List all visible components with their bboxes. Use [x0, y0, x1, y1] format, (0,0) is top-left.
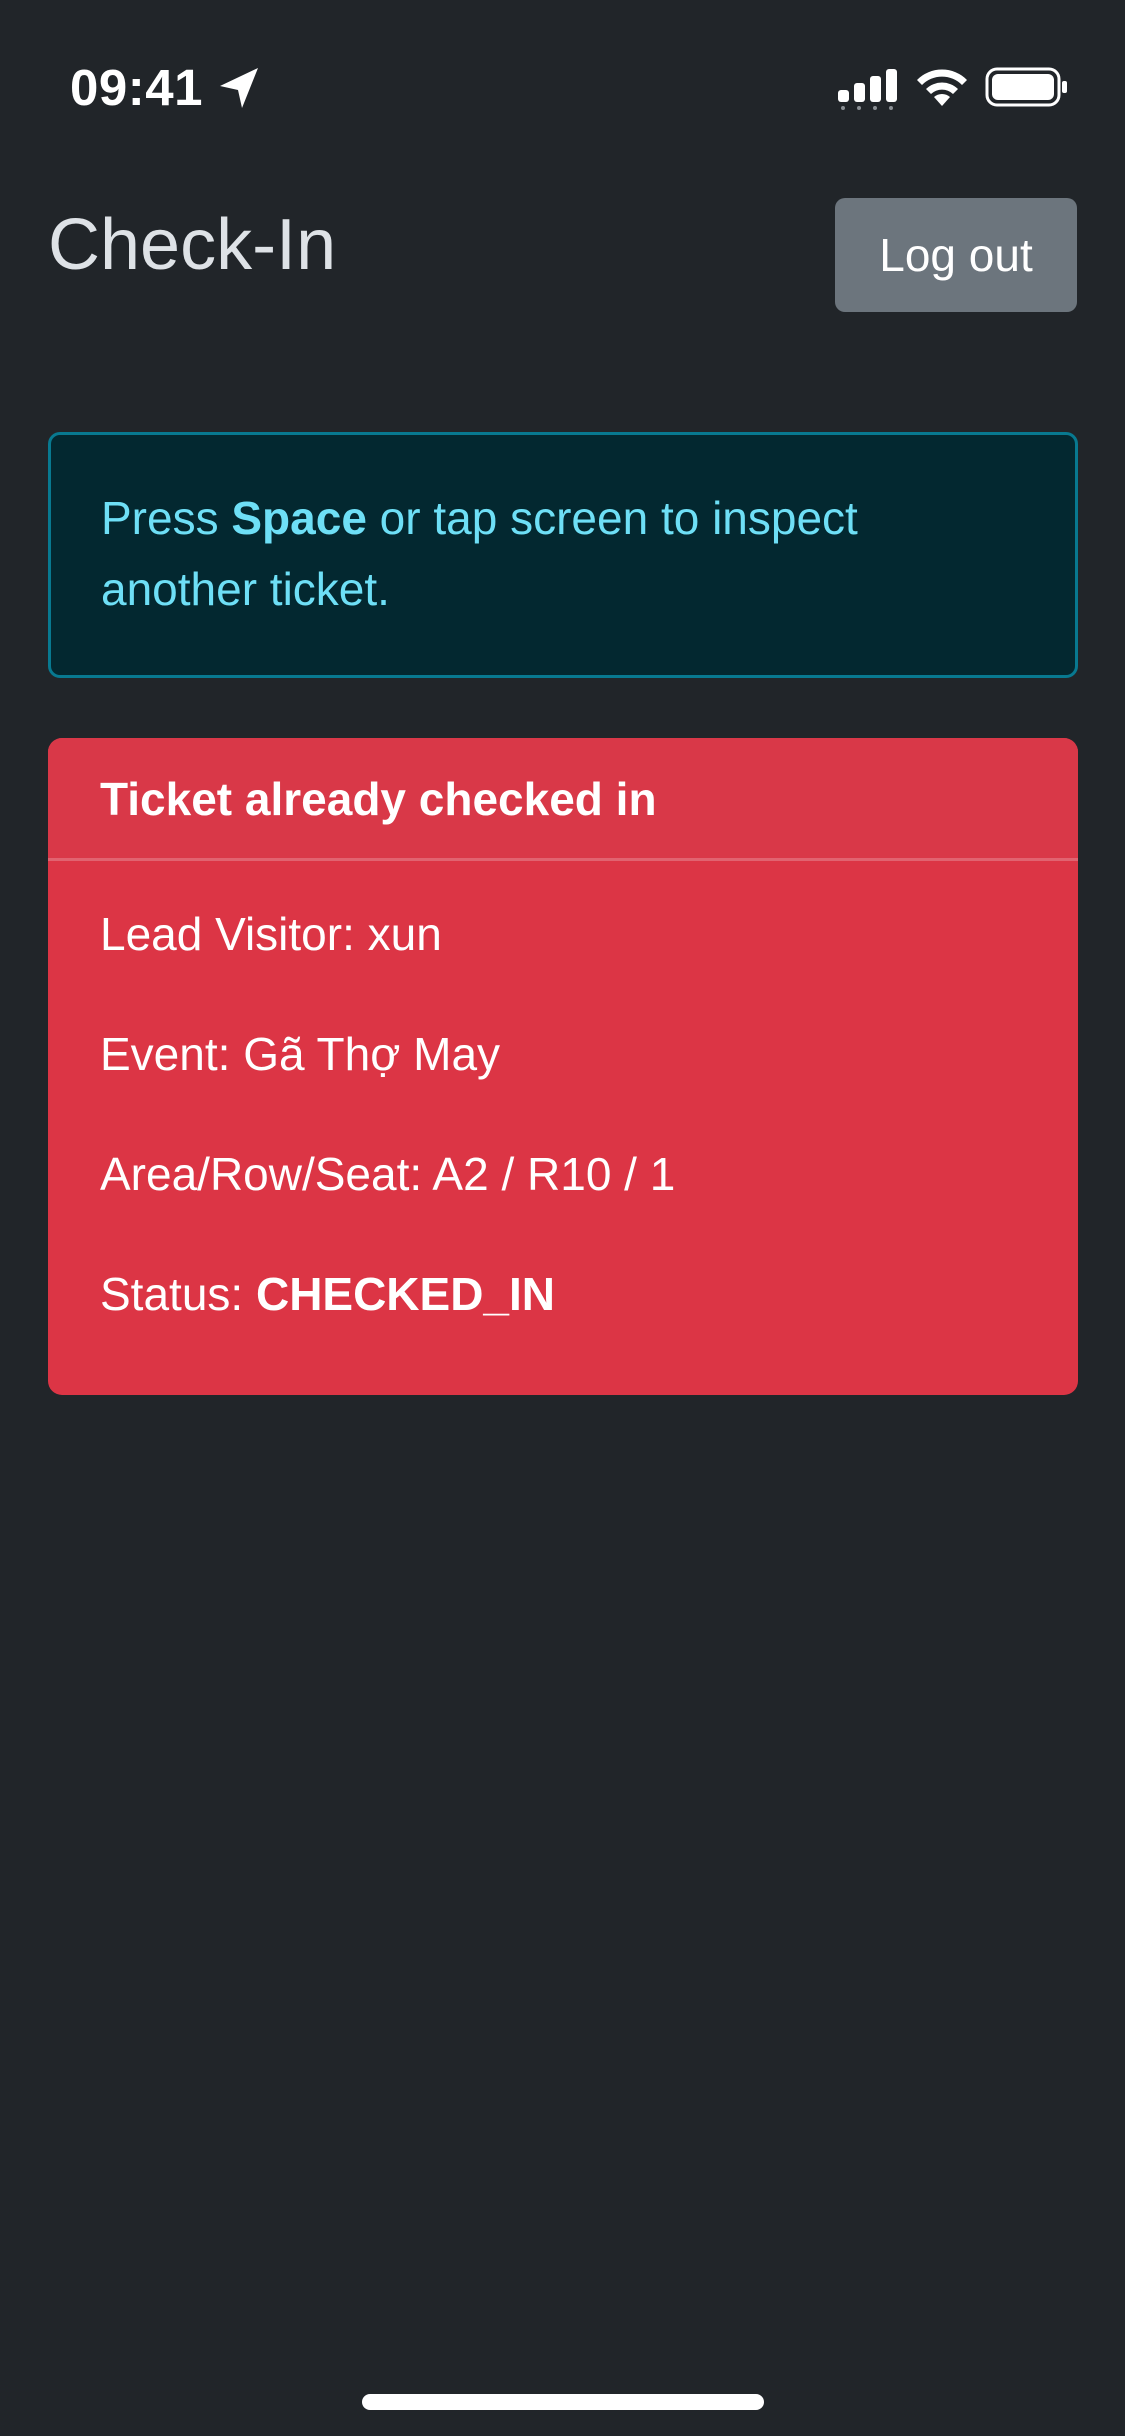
ticket-card-body: Lead Visitor: xun Event: Gã Thợ May Area…	[48, 904, 1078, 1384]
lead-visitor-row: Lead Visitor: xun	[100, 904, 1026, 1024]
status-time: 09:41	[70, 59, 203, 116]
status-bar: 09:41	[0, 0, 1125, 140]
event-row: Event: Gã Thợ May	[100, 1024, 1026, 1144]
ticket-card-header: Ticket already checked in	[48, 738, 1078, 861]
battery-icon	[985, 67, 1067, 107]
page-title: Check-In	[48, 205, 337, 285]
alert-text-prefix: Press	[101, 492, 232, 544]
event-value: Gã Thợ May	[243, 1028, 501, 1080]
seat-label: Area/Row/Seat:	[100, 1148, 433, 1200]
cellular-signal-icon	[838, 69, 897, 110]
seat-row: Area/Row/Seat: A2 / R10 / 1	[100, 1144, 1026, 1264]
status-row: Status: CHECKED_IN	[100, 1264, 1026, 1384]
logout-button[interactable]: Log out	[835, 198, 1077, 312]
seat-value: A2 / R10 / 1	[432, 1148, 676, 1200]
lead-visitor-label: Lead Visitor:	[100, 908, 368, 960]
event-label: Event:	[100, 1028, 244, 1080]
location-arrow-icon	[220, 68, 258, 108]
wifi-icon	[917, 69, 967, 106]
home-indicator[interactable]	[362, 2394, 764, 2410]
status-label: Status:	[100, 1268, 256, 1320]
alert-key-label: Space	[231, 492, 367, 544]
lead-visitor-value: xun	[367, 908, 442, 960]
status-value: CHECKED_IN	[255, 1268, 556, 1320]
info-alert[interactable]: Press Space or tap screen to inspect ano…	[48, 432, 1078, 678]
ticket-status-card: Ticket already checked in Lead Visitor: …	[48, 738, 1078, 1395]
